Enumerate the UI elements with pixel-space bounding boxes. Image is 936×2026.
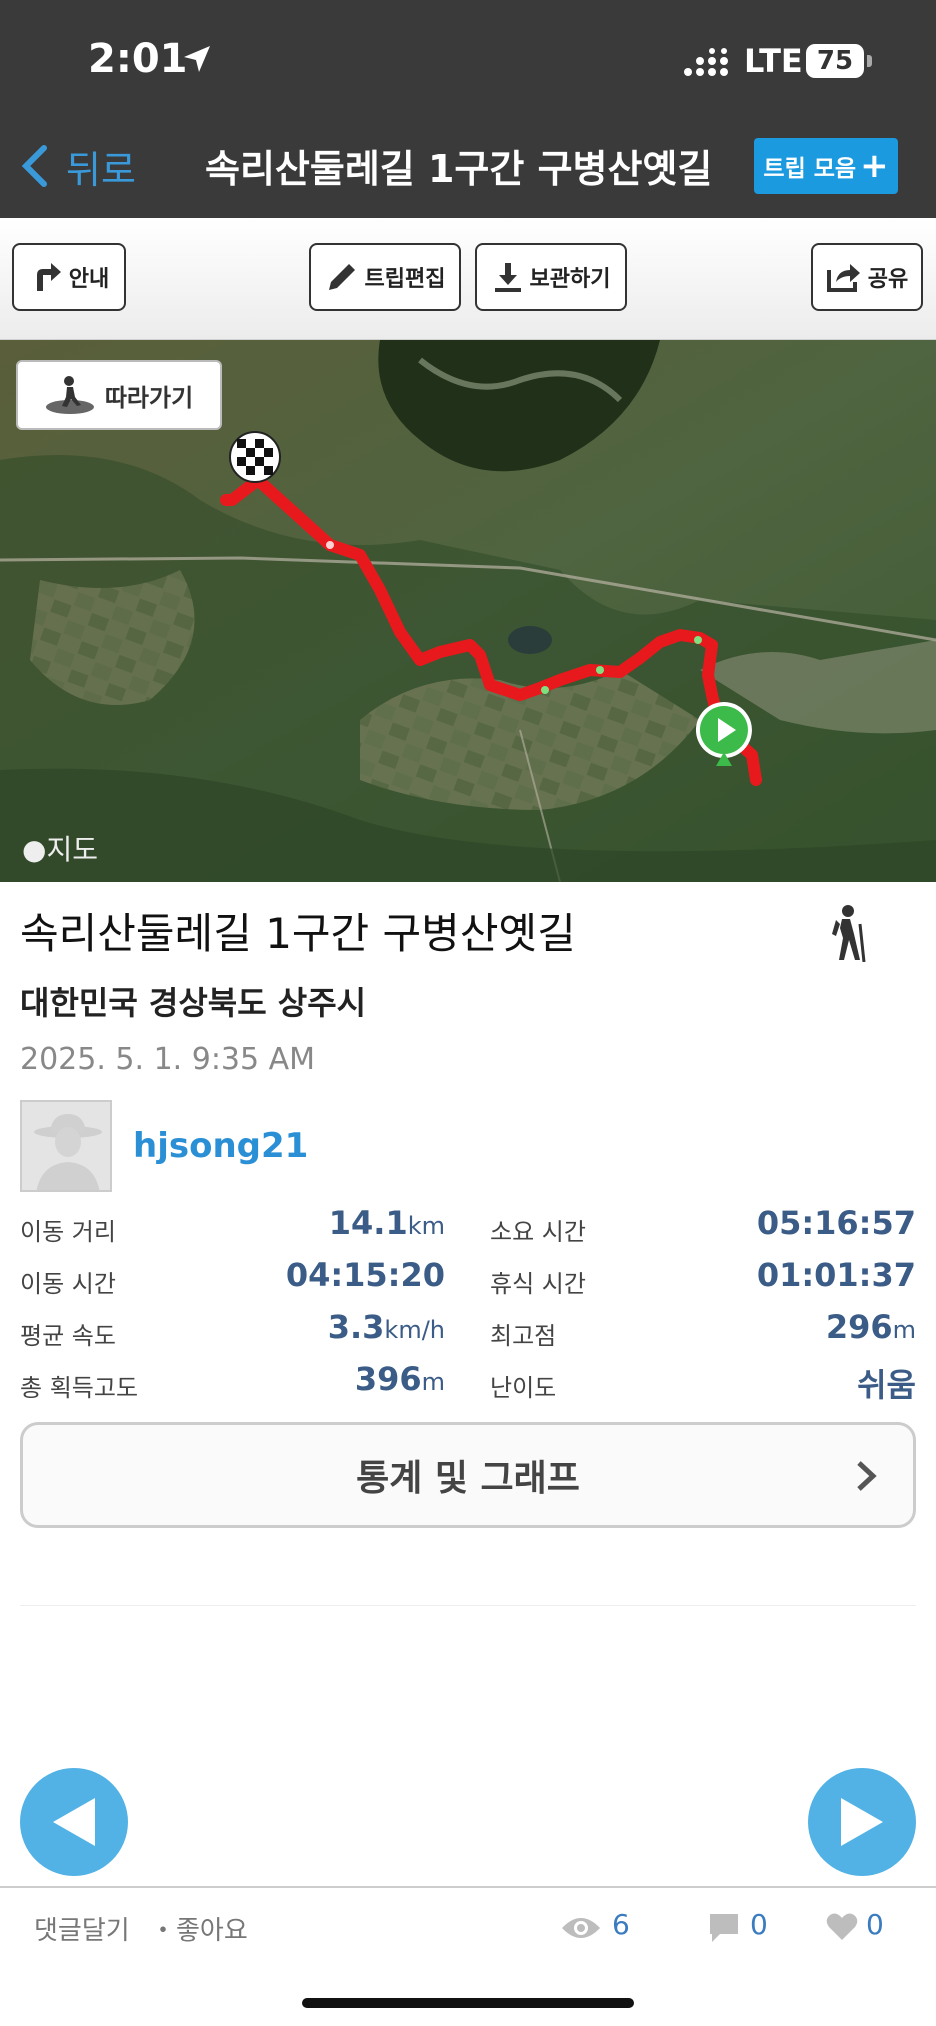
distance-number: 14.1 — [328, 1204, 408, 1242]
total-ascent-number: 396 — [354, 1360, 422, 1398]
trip-collect-label: 트립 모음 — [763, 156, 857, 182]
follow-button[interactable]: 따라가기 — [16, 360, 222, 430]
save-trip-label: 보관하기 — [529, 267, 611, 292]
stats-graph-button[interactable]: 통계 및 그래프 — [20, 1422, 916, 1528]
save-trip-button[interactable]: 보관하기 — [475, 243, 627, 311]
hiker-follow-icon — [45, 376, 94, 414]
max-elevation-label: 최고점 — [490, 1322, 557, 1350]
guide-label: 안내 — [68, 267, 110, 292]
username-link[interactable]: hjsong21 — [133, 1126, 308, 1166]
trip-region: 대한민국 경상북도 상주시 — [20, 984, 367, 1022]
total-time-label: 소요 시간 — [490, 1218, 586, 1246]
rest-time-label: 휴식 시간 — [490, 1270, 586, 1298]
battery-level: 75 — [816, 46, 854, 76]
trip-title: 속리산둘레길 1구간 구병산옛길 — [20, 909, 576, 958]
like-count: 0 — [866, 1908, 884, 1941]
status-time: 2:01 — [88, 36, 188, 82]
turn-right-icon — [36, 263, 61, 291]
plus-icon: + — [860, 146, 889, 186]
total-ascent-label: 총 획득고도 — [20, 1374, 139, 1402]
route-map[interactable]: 따라가기 ●지도 — [0, 340, 936, 882]
avg-speed-label: 평균 속도 — [20, 1322, 116, 1350]
map-attribution-text: 지도 — [46, 833, 98, 866]
total-ascent-value: 396m — [355, 1360, 445, 1398]
finish-flag-icon — [229, 431, 281, 483]
share-button[interactable]: 공유 — [811, 243, 923, 311]
avg-speed-unit: km/h — [384, 1316, 445, 1344]
toolbar: 안내 트립편집 보관하기 공유 — [0, 218, 936, 340]
like-button[interactable]: ・좋아요 — [150, 1910, 248, 1947]
battery-icon: 75 — [806, 44, 864, 78]
edit-trip-button[interactable]: 트립편집 — [309, 243, 461, 311]
distance-value: 14.1km — [329, 1204, 445, 1242]
back-label: 뒤로 — [66, 147, 136, 192]
moving-time-label: 이동 시간 — [20, 1270, 116, 1298]
total-ascent-unit: m — [421, 1368, 445, 1396]
trip-collect-button[interactable]: 트립 모음 + — [754, 138, 898, 194]
cellular-signal-icon — [684, 48, 728, 76]
share-label: 공유 — [867, 267, 909, 292]
previous-trip-button[interactable] — [20, 1768, 128, 1876]
top-bar: 2:01 LTE 75 뒤로 속리산둘레길 1구간 구병산옛길 트립 모음 + — [0, 0, 936, 218]
home-indicator — [302, 1998, 634, 2008]
total-time-value: 05:16:57 — [756, 1204, 916, 1242]
difficulty-label: 난이도 — [490, 1374, 557, 1402]
distance-unit: km — [407, 1212, 445, 1240]
avg-speed-number: 3.3 — [327, 1308, 385, 1346]
stats-graph-label: 통계 및 그래프 — [356, 1458, 580, 1499]
triangle-left-icon — [53, 1798, 95, 1846]
avg-speed-value: 3.3km/h — [328, 1308, 445, 1346]
guide-button[interactable]: 안내 — [12, 243, 126, 311]
eye-icon — [562, 1918, 600, 1938]
rest-time-value: 01:01:37 — [756, 1256, 916, 1294]
comment-button[interactable]: 댓글달기 — [34, 1910, 130, 1947]
moving-time-value: 04:15:20 — [285, 1256, 445, 1294]
comment-count: 0 — [750, 1908, 768, 1941]
start-marker-icon — [696, 702, 752, 766]
chevron-left-icon — [21, 145, 47, 187]
location-arrow-icon — [184, 46, 210, 72]
distance-label: 이동 거리 — [20, 1218, 116, 1246]
max-elevation-value: 296m — [826, 1308, 916, 1346]
map-attribution: ●지도 — [22, 828, 98, 868]
max-elevation-number: 296 — [825, 1308, 893, 1346]
comment-icon — [710, 1914, 738, 1942]
apple-logo-icon: ● — [22, 833, 47, 866]
max-elevation-unit: m — [892, 1316, 916, 1344]
triangle-right-icon — [841, 1798, 883, 1846]
network-type: LTE — [744, 42, 803, 80]
next-trip-button[interactable] — [808, 1768, 916, 1876]
page-title: 속리산둘레길 1구간 구병산옛길 — [205, 147, 713, 191]
bottom-bar: 댓글달기 ・좋아요 6 0 0 — [0, 1886, 936, 2026]
trip-datetime: 2025. 5. 1. 9:35 AM — [20, 1042, 316, 1077]
avatar[interactable] — [20, 1100, 112, 1192]
pencil-icon — [328, 264, 355, 290]
divider — [20, 1605, 916, 1606]
edit-trip-label: 트립편집 — [364, 267, 446, 292]
share-icon — [826, 264, 860, 292]
hiking-activity-icon — [832, 905, 866, 962]
back-button[interactable]: 뒤로 — [20, 138, 136, 194]
follow-label: 따라가기 — [104, 383, 194, 412]
view-count: 6 — [612, 1908, 630, 1941]
user-silhouette-icon — [22, 1102, 110, 1190]
chevron-right-icon — [857, 1461, 877, 1491]
difficulty-value: 쉬움 — [857, 1366, 916, 1404]
download-icon — [494, 263, 521, 292]
battery-cap — [867, 55, 872, 67]
heart-icon — [826, 1913, 858, 1940]
